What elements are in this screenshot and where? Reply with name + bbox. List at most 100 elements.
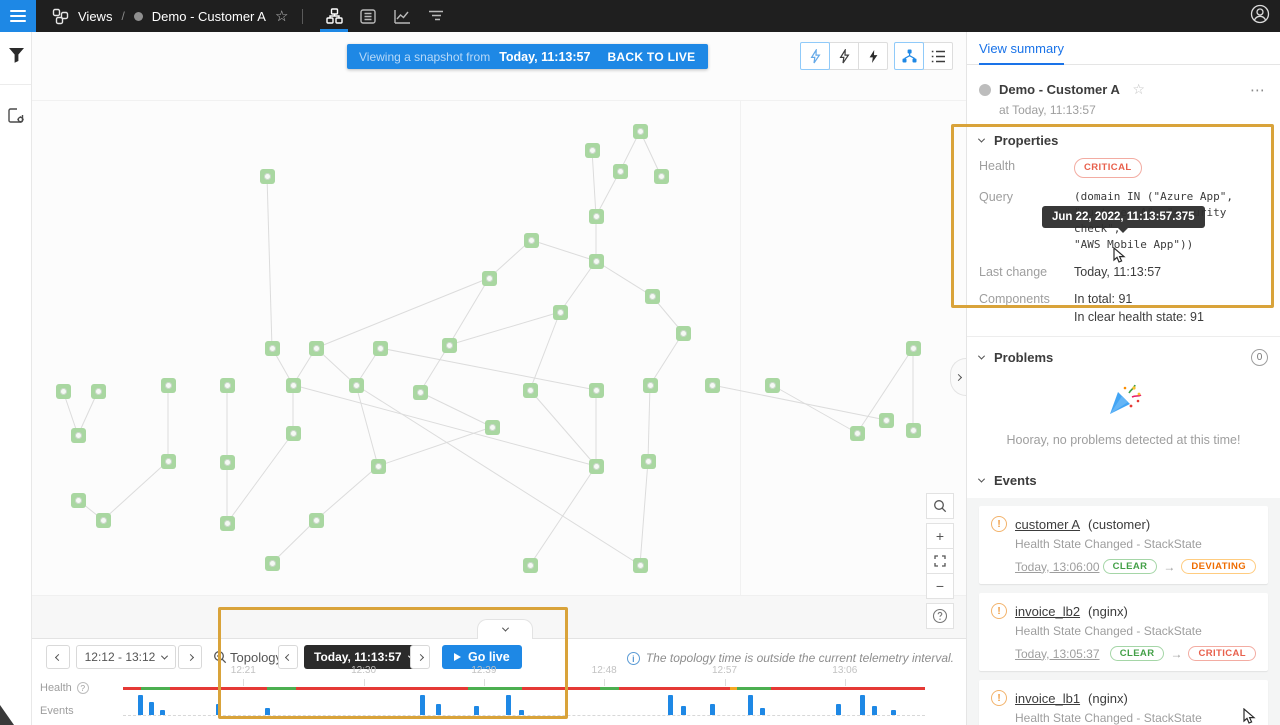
- topology-node[interactable]: [485, 420, 500, 435]
- event-component-link[interactable]: customer A: [1015, 517, 1080, 532]
- event-time-link[interactable]: Today, 13:05:37: [1015, 647, 1100, 661]
- topology-node[interactable]: [613, 164, 628, 179]
- go-live-label: Go live: [468, 650, 510, 664]
- topology-view-tab[interactable]: [322, 0, 346, 32]
- snapshot-banner-time[interactable]: Today, 11:13:57: [499, 50, 590, 64]
- topology-node[interactable]: [589, 254, 604, 269]
- topology-node[interactable]: [220, 378, 235, 393]
- topology-node[interactable]: [286, 378, 301, 393]
- timeline-tracks[interactable]: 12:2112:3012:3912:4812:5713:06: [123, 665, 925, 725]
- event-card[interactable]: !invoice_lb2(nginx)Health State Changed …: [979, 593, 1268, 671]
- topology-node[interactable]: [71, 428, 86, 443]
- components-table-tab[interactable]: [356, 0, 380, 32]
- topology-node[interactable]: [589, 383, 604, 398]
- properties-section-header[interactable]: Properties: [967, 121, 1280, 158]
- range-prev-button[interactable]: [46, 645, 70, 669]
- view-settings-button[interactable]: [0, 101, 32, 131]
- event-bar: [160, 710, 165, 715]
- event-card[interactable]: !invoice_lb1(nginx)Health State Changed …: [979, 680, 1268, 725]
- topology-node[interactable]: [654, 169, 669, 184]
- topology-node[interactable]: [633, 124, 648, 139]
- state-transition: CLEAR→DEVIATING: [1103, 559, 1256, 574]
- topology-node[interactable]: [413, 385, 428, 400]
- topology-node[interactable]: [523, 558, 538, 573]
- topology-node[interactable]: [309, 341, 324, 356]
- lightning-outline-button[interactable]: [829, 42, 859, 70]
- event-bar: [149, 702, 154, 715]
- property-row-components: Components In total: 91 In clear health …: [967, 291, 1280, 325]
- topology-node[interactable]: [71, 493, 86, 508]
- topology-node[interactable]: [850, 426, 865, 441]
- breadcrumb-view-title[interactable]: Demo - Customer A: [152, 9, 266, 24]
- zoom-to-fit-magnifier-button[interactable]: [926, 493, 954, 519]
- topology-node[interactable]: [676, 326, 691, 341]
- topology-edge: [356, 385, 640, 565]
- problems-section-header[interactable]: Problems 0: [967, 336, 1280, 376]
- zoom-out-button[interactable]: −: [926, 573, 954, 599]
- topology-node[interactable]: [161, 378, 176, 393]
- event-card-title-row: !invoice_lb1(nginx): [991, 690, 1256, 706]
- topology-node[interactable]: [633, 558, 648, 573]
- topology-node[interactable]: [349, 378, 364, 393]
- graph-layout-button[interactable]: [894, 42, 924, 70]
- topology-node[interactable]: [524, 233, 539, 248]
- topology-node[interactable]: [589, 459, 604, 474]
- last-change-value[interactable]: Today, 11:13:57: [1074, 264, 1161, 280]
- breadcrumb-views[interactable]: Views: [78, 9, 112, 24]
- events-section-header[interactable]: Events: [967, 461, 1280, 498]
- topology-node[interactable]: [585, 143, 600, 158]
- topology-node[interactable]: [553, 305, 568, 320]
- topology-node[interactable]: [96, 513, 111, 528]
- filter-button[interactable]: [0, 40, 32, 70]
- topology-node[interactable]: [371, 459, 386, 474]
- topology-node[interactable]: [645, 289, 660, 304]
- telemetry-chart-tab[interactable]: [390, 0, 414, 32]
- topology-node[interactable]: [220, 455, 235, 470]
- topology-node[interactable]: [482, 271, 497, 286]
- topology-node[interactable]: [589, 209, 604, 224]
- event-component-link[interactable]: invoice_lb1: [1015, 691, 1080, 706]
- user-avatar[interactable]: [1250, 4, 1270, 29]
- event-component-link[interactable]: invoice_lb2: [1015, 604, 1080, 619]
- list-layout-button[interactable]: [923, 42, 953, 70]
- topology-node[interactable]: [879, 413, 894, 428]
- topology-node[interactable]: [161, 454, 176, 469]
- fit-screen-button[interactable]: [926, 548, 954, 574]
- topology-node[interactable]: [260, 169, 275, 184]
- topology-node[interactable]: [643, 378, 658, 393]
- event-time-link[interactable]: Today, 13:06:00: [1015, 560, 1100, 574]
- traces-tab[interactable]: [424, 0, 448, 32]
- topology-node[interactable]: [265, 341, 280, 356]
- topology-node[interactable]: [56, 384, 71, 399]
- topology-node[interactable]: [906, 423, 921, 438]
- view-title: Demo - Customer A: [999, 82, 1120, 97]
- zoom-in-button[interactable]: +: [926, 523, 954, 549]
- topology-node[interactable]: [523, 383, 538, 398]
- topology-node[interactable]: [286, 426, 301, 441]
- topology-canvas[interactable]: Viewing a snapshot from Today, 11:13:57 …: [32, 32, 966, 638]
- lightning-filled-button[interactable]: [858, 42, 888, 70]
- hamburger-menu-button[interactable]: [0, 0, 36, 32]
- topology-edge: [772, 385, 857, 433]
- timeline-collapse-tab[interactable]: [477, 619, 533, 639]
- topology-node[interactable]: [705, 378, 720, 393]
- more-options-icon[interactable]: ⋯: [1248, 81, 1268, 100]
- topology-node[interactable]: [91, 384, 106, 399]
- topology-node[interactable]: [641, 454, 656, 469]
- event-card[interactable]: !customer A(customer)Health State Change…: [979, 506, 1268, 584]
- topology-node[interactable]: [309, 513, 324, 528]
- favorite-star-icon[interactable]: ☆: [275, 9, 288, 24]
- topology-node[interactable]: [265, 556, 280, 571]
- lightning-outline-blue-button[interactable]: [800, 42, 830, 70]
- topology-node[interactable]: [220, 516, 235, 531]
- topology-node[interactable]: [442, 338, 457, 353]
- health-help-icon[interactable]: ?: [77, 682, 89, 694]
- event-bar: [474, 706, 479, 715]
- favorite-star-icon[interactable]: ☆: [1132, 81, 1145, 97]
- view-summary-tab[interactable]: View summary: [979, 32, 1064, 65]
- topology-node[interactable]: [906, 341, 921, 356]
- topology-node[interactable]: [373, 341, 388, 356]
- topology-node[interactable]: [765, 378, 780, 393]
- back-to-live-button[interactable]: BACK TO LIVE: [607, 50, 695, 64]
- help-button[interactable]: [926, 603, 954, 629]
